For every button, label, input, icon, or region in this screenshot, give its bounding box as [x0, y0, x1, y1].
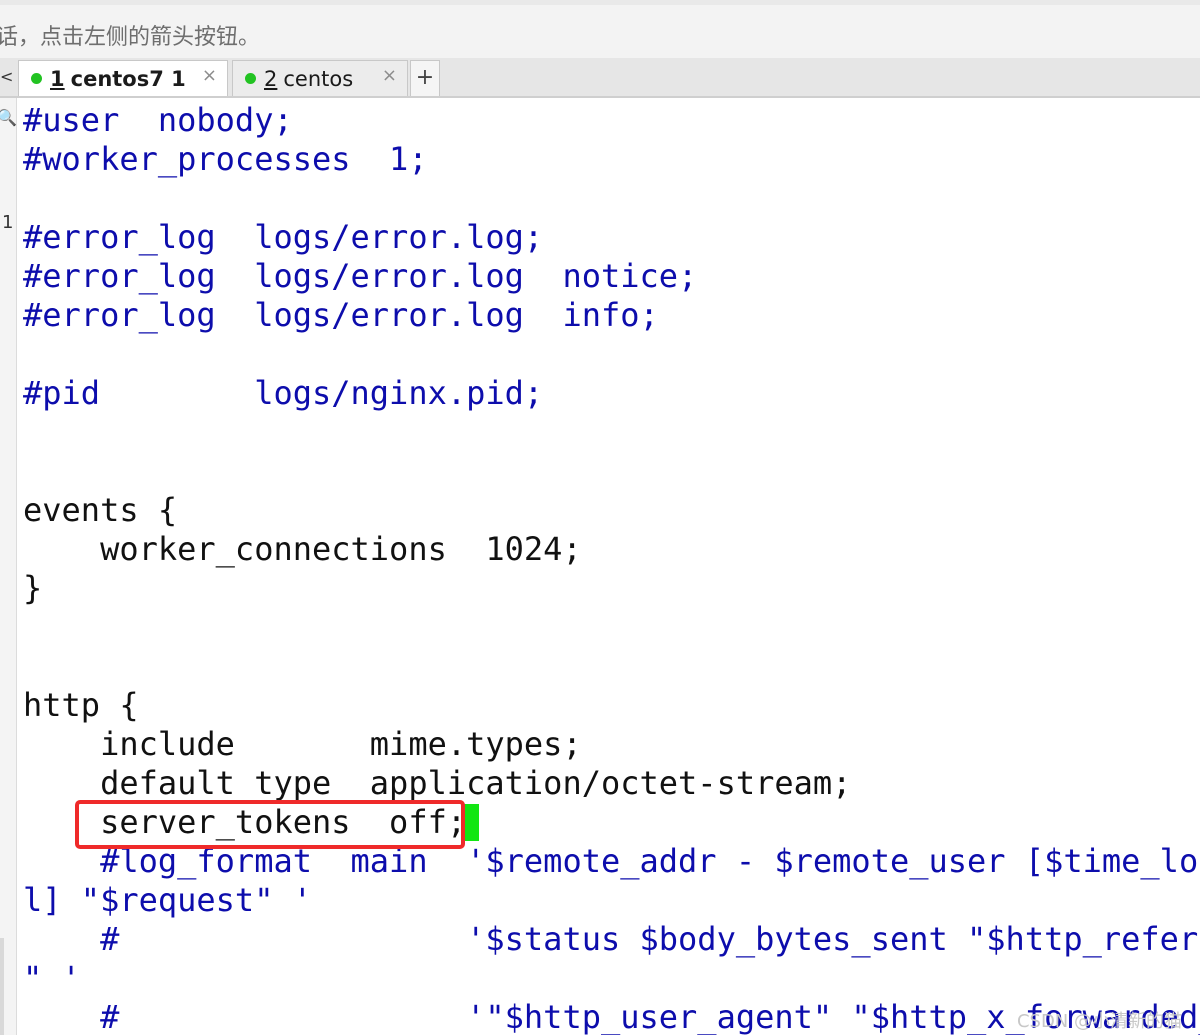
- terminal-line: " ': [23, 959, 81, 997]
- watermark: CSDN @小清新的猫: [1016, 1011, 1182, 1032]
- left-gutter: 🔍 1: [0, 98, 17, 1035]
- gutter-mark: 1: [2, 212, 14, 233]
- terminal-line: worker_connections 1024;: [23, 530, 582, 568]
- terminal-line: #error_log logs/error.log info;: [23, 296, 659, 334]
- new-tab-button[interactable]: +: [410, 60, 440, 96]
- tab-title: centos7 1: [70, 66, 186, 91]
- terminal-line: events {: [23, 491, 178, 529]
- close-tab-icon[interactable]: ×: [202, 65, 217, 86]
- tab-number: 2: [264, 66, 278, 91]
- gutter-scroll-indicator: [0, 938, 4, 1035]
- terminal-line: #user nobody;: [23, 101, 293, 139]
- terminal-line: default_type application/octet-stream;: [23, 764, 852, 802]
- connected-status-icon: [245, 73, 256, 84]
- terminal-line: include mime.types;: [23, 725, 582, 763]
- terminal-line: #error_log logs/error.log;: [23, 218, 544, 256]
- close-tab-icon[interactable]: ×: [382, 65, 397, 86]
- text-cursor: [464, 804, 479, 841]
- tab-session-2[interactable]: 2 centos ×: [232, 60, 408, 96]
- tab-session-1[interactable]: 1 centos7 1 ×: [18, 60, 228, 96]
- session-tab-bar: < 1 centos7 1 × 2 centos × +: [0, 58, 1200, 98]
- terminal-line: http {: [23, 686, 139, 724]
- tab-scroll-left-icon[interactable]: <: [0, 58, 16, 96]
- search-icon[interactable]: 🔍: [0, 108, 17, 127]
- connected-status-icon: [31, 73, 42, 84]
- terminal-line: #worker_processes 1;: [23, 140, 428, 178]
- terminal-line: # '$status $body_bytes_sent "$http_refer…: [23, 920, 1200, 958]
- terminal-line: #pid logs/nginx.pid;: [23, 374, 544, 412]
- hint-bar: 话，点击左侧的箭头按钮。: [0, 0, 1200, 58]
- terminal-output[interactable]: #user nobody; #worker_processes 1; #erro…: [23, 101, 1200, 1035]
- highlight-annotation-box: [75, 800, 465, 849]
- tab-number: 1: [50, 66, 65, 91]
- terminal-line: }: [23, 569, 43, 607]
- hint-text: 话，点击左侧的箭头按钮。: [0, 25, 261, 50]
- tab-title: centos: [283, 66, 354, 91]
- terminal-line: l] "$request" ': [23, 881, 312, 919]
- terminal-line: #error_log logs/error.log notice;: [23, 257, 698, 295]
